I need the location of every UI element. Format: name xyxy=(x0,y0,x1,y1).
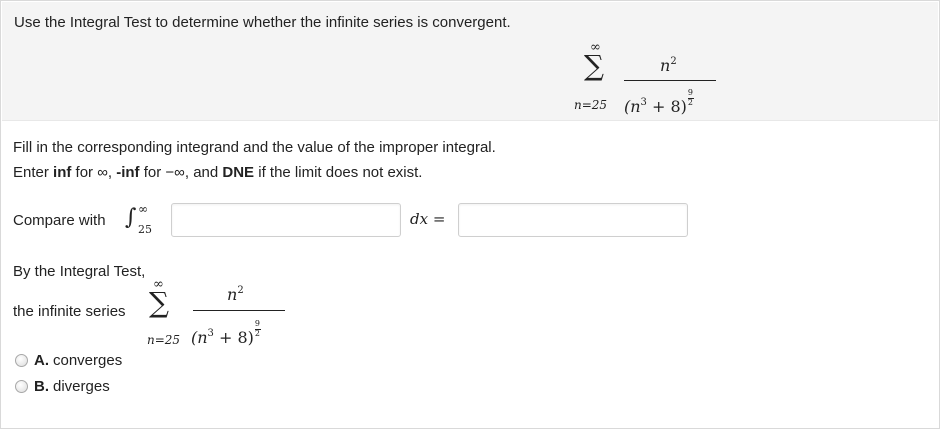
option-diverges[interactable]: B. diverges xyxy=(15,378,110,395)
sigma-icon: ∑ xyxy=(149,286,169,319)
compare-label: Compare with xyxy=(13,212,106,229)
fraction-bar xyxy=(624,80,716,81)
sum-lower-limit: n=25 xyxy=(147,333,181,347)
sum-lower-limit: n=25 xyxy=(574,98,608,112)
option-text: converges xyxy=(53,352,123,369)
integral-upper-limit: ∞ xyxy=(138,202,148,216)
radio-button[interactable] xyxy=(15,380,28,393)
series-expression: ∞ ∑ n=25 n2 (n3 + 8) 9 2 xyxy=(572,40,722,117)
option-letter: B. xyxy=(34,378,49,395)
series-denominator: (n3 + 8) 9 2 xyxy=(191,319,261,347)
sigma-icon: ∑ xyxy=(584,49,604,82)
instruction-line-1: Fill in the corresponding integrand and … xyxy=(13,139,496,156)
integrand-input[interactable] xyxy=(171,203,401,237)
instruction-line-2: Enter inf for ∞, -inf for −∞, and DNE if… xyxy=(13,164,423,181)
prompt-text: Use the Integral Test to determine wheth… xyxy=(14,14,511,31)
integral-lower-limit: 25 xyxy=(138,223,152,236)
integral-value-input[interactable] xyxy=(458,203,688,237)
radio-button[interactable] xyxy=(15,354,28,367)
conclusion-line-2: the infinite series xyxy=(13,303,126,320)
integral-icon: ∫ xyxy=(125,205,137,230)
question-panel: Use the Integral Test to determine wheth… xyxy=(0,0,940,429)
conclusion-line-1: By the Integral Test, xyxy=(13,263,146,280)
option-text: diverges xyxy=(53,378,110,395)
series-numerator: n2 xyxy=(227,285,244,304)
series-numerator: n2 xyxy=(660,56,677,75)
prompt-box: Use the Integral Test to determine wheth… xyxy=(2,2,938,121)
option-converges[interactable]: A. converges xyxy=(15,352,122,369)
option-letter: A. xyxy=(34,352,49,369)
fraction-bar xyxy=(193,310,285,311)
series-denominator: (n3 + 8) 9 2 xyxy=(624,88,694,116)
dx-label: dx = xyxy=(410,210,446,228)
series-expression-repeat: ∞ ∑ n=25 n2 (n3 + 8) 9 2 xyxy=(143,277,293,354)
